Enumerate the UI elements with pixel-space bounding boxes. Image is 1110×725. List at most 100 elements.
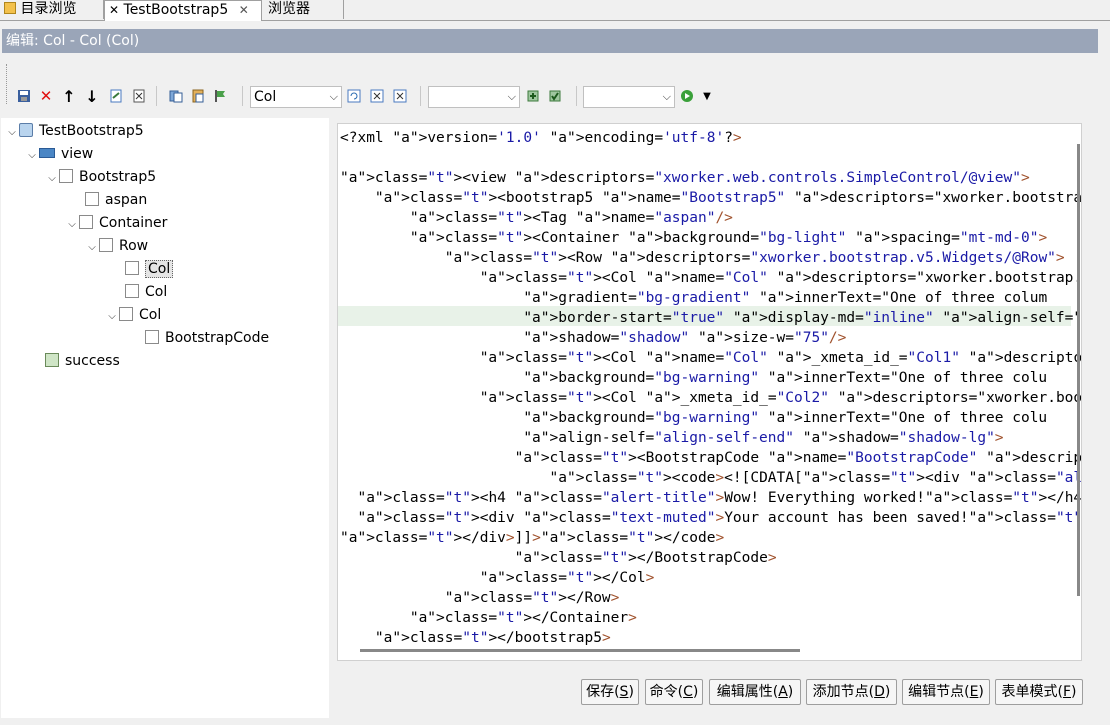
vertical-scrollbar[interactable] bbox=[1077, 144, 1080, 596]
delete-icon[interactable]: ✕ bbox=[38, 87, 54, 105]
edit-attributes-button[interactable]: 编辑属性(A) bbox=[709, 679, 801, 705]
tab-label: 浏览器 bbox=[268, 1, 310, 17]
project-icon bbox=[19, 123, 33, 137]
code-line: "a">class="t"><Col "a">name="Col" "a">de… bbox=[479, 270, 1081, 286]
tree-node-success[interactable]: success bbox=[45, 351, 120, 371]
tab-browser[interactable]: 浏览器 bbox=[264, 0, 344, 19]
tab-label: TestBootstrap5 bbox=[123, 2, 229, 18]
code-line: "a">class="t"></div>]]>"a">class="t"></c… bbox=[340, 530, 725, 546]
code-line: "a">class="t"></Row> bbox=[444, 590, 620, 606]
code-line: "a">class="t"><code><![CDATA["a">class="… bbox=[549, 470, 1082, 486]
toolbar: ✕ ↑ ↓ Col ⌵ ⌵ ⌵ ▼ bbox=[6, 60, 1102, 110]
code-line: "a">align-self="align-self-end" "a">shad… bbox=[523, 430, 1004, 446]
document-icon bbox=[119, 307, 133, 321]
close-tab-icon[interactable]: ✕ bbox=[239, 3, 249, 17]
tree-node-view[interactable]: ⌵ view bbox=[25, 144, 93, 164]
tree-node-col-3[interactable]: ⌵ Col bbox=[105, 305, 161, 325]
code-line: "a">class="t"><Col "a">_xmeta_id_="Col2"… bbox=[479, 390, 1081, 406]
add-node-button[interactable]: 添加节点(D) bbox=[806, 679, 897, 705]
node-add-icon[interactable] bbox=[525, 88, 541, 104]
toolbar-grip[interactable] bbox=[6, 64, 10, 104]
image-icon bbox=[45, 353, 59, 367]
tree-node-aspan[interactable]: aspan bbox=[85, 190, 147, 210]
tree-node-container[interactable]: ⌵ Container bbox=[65, 213, 167, 233]
chevron-down-icon[interactable]: ⌵ bbox=[65, 215, 79, 235]
dropdown-icon[interactable]: ▼ bbox=[699, 88, 715, 104]
code-line: "a">class="t"><Container "a">background=… bbox=[409, 230, 1048, 246]
chevron-down-icon[interactable]: ⌵ bbox=[85, 238, 99, 258]
chevron-down-icon[interactable]: ⌵ bbox=[25, 146, 39, 166]
tree-node-col-2[interactable]: Col bbox=[125, 282, 167, 302]
combo-value: Col bbox=[254, 89, 277, 105]
refresh-icon[interactable] bbox=[346, 88, 362, 104]
document-icon bbox=[99, 238, 113, 252]
close-small-icon[interactable] bbox=[131, 88, 147, 104]
chevron-down-icon[interactable]: ⌵ bbox=[330, 87, 338, 107]
chevron-down-icon[interactable]: ⌵ bbox=[5, 123, 19, 143]
code-line: "a">class="t"><Tag "a">name="aspan"/> bbox=[409, 210, 733, 226]
code-line: "a">class="t"><Row "a">descriptors="xwor… bbox=[444, 250, 1065, 266]
document-icon bbox=[79, 215, 93, 229]
tab-label: 目录浏览 bbox=[20, 1, 77, 17]
second-combo[interactable]: ⌵ bbox=[428, 86, 520, 108]
folder-icon bbox=[4, 2, 16, 14]
toolbar-separator bbox=[576, 86, 577, 106]
editor-title: 编辑: Col - Col (Col) bbox=[6, 33, 140, 49]
export-icon[interactable] bbox=[108, 88, 124, 104]
tree-node-root[interactable]: ⌵ TestBootstrap5 bbox=[5, 121, 144, 141]
run-icon[interactable] bbox=[679, 88, 695, 104]
outline-tree: ⌵ TestBootstrap5 ⌵ view ⌵ Bootstrap5 aspan … bbox=[1, 118, 329, 718]
tab-directory-browse[interactable]: 目录浏览 bbox=[0, 0, 104, 19]
chevron-down-icon[interactable]: ⌵ bbox=[45, 169, 59, 189]
save-icon[interactable] bbox=[16, 88, 32, 104]
code-line: "a">class="t"></Container> bbox=[409, 610, 637, 626]
horizontal-scrollbar[interactable] bbox=[360, 649, 800, 652]
document-icon bbox=[59, 169, 73, 183]
code-line: "a">class="t"></BootstrapCode> bbox=[514, 550, 777, 566]
tree-node-bootstrap5[interactable]: ⌵ Bootstrap5 bbox=[45, 167, 156, 187]
x-box-icon[interactable] bbox=[369, 88, 385, 104]
code-line: "a">shadow="shadow" "a">size-w="75"/> bbox=[523, 330, 847, 346]
toolbar-separator bbox=[420, 86, 421, 106]
document-icon bbox=[145, 330, 159, 344]
save-button[interactable]: 保存(S) bbox=[581, 679, 639, 705]
toolbar-separator bbox=[156, 86, 157, 106]
tree-node-row[interactable]: ⌵ Row bbox=[85, 236, 148, 256]
xml-code-editor[interactable]: <?xml "a">version='1.0' "a">encoding='ut… bbox=[337, 123, 1082, 661]
down-arrow-icon[interactable]: ↓ bbox=[84, 87, 100, 106]
chevron-down-icon[interactable]: ⌵ bbox=[508, 87, 516, 107]
x-box-icon-2[interactable] bbox=[392, 88, 408, 104]
code-line: "a">class="t"><view "a">descriptors="xwo… bbox=[340, 170, 1030, 186]
editor-title-bar: 编辑: Col - Col (Col) bbox=[2, 29, 1098, 53]
code-line: "a">class="t"><BootstrapCode "a">name="B… bbox=[514, 450, 1081, 466]
copy-icon[interactable] bbox=[168, 88, 184, 104]
tab-testbootstrap5[interactable]: ✕ TestBootstrap5 ✕ bbox=[104, 0, 262, 21]
tree-node-col-selected[interactable]: Col bbox=[125, 259, 174, 279]
chevron-down-icon[interactable]: ⌵ bbox=[663, 87, 671, 107]
code-line: "a">border-start="true" "a">display-md="… bbox=[523, 310, 1082, 326]
command-button[interactable]: 命令(C) bbox=[645, 679, 703, 705]
form-mode-button[interactable]: 表单模式(F) bbox=[995, 679, 1083, 705]
document-icon bbox=[125, 284, 139, 298]
edit-node-button[interactable]: 编辑节点(E) bbox=[902, 679, 990, 705]
document-icon bbox=[125, 261, 139, 275]
node-check-icon[interactable] bbox=[547, 88, 563, 104]
editor-tab-bar: 目录浏览 ✕ TestBootstrap5 ✕ 浏览器 bbox=[0, 0, 1110, 21]
code-line: "a">class="t"><bootstrap5 "a">name="Boot… bbox=[374, 190, 1082, 206]
descriptor-combo[interactable]: Col ⌵ bbox=[250, 86, 342, 108]
toolbar-separator bbox=[242, 86, 243, 106]
flag-icon[interactable] bbox=[212, 88, 228, 104]
code-line: "a">class="t"><div "a">class="text-muted… bbox=[357, 510, 1082, 526]
code-line: "a">gradient="bg-gradient" "a">innerText… bbox=[523, 290, 1048, 306]
code-line: <?xml "a">version='1.0' "a">encoding='ut… bbox=[340, 130, 742, 146]
code-line: "a">background="bg-warning" "a">innerTex… bbox=[523, 410, 1048, 426]
third-combo[interactable]: ⌵ bbox=[583, 86, 675, 108]
code-line: "a">class="t"></Col> bbox=[479, 570, 655, 586]
pin-icon: ✕ bbox=[109, 3, 120, 17]
code-line: "a">class="t"><Col "a">name="Col" "a">_x… bbox=[479, 350, 1081, 366]
tree-node-bootstrapcode[interactable]: BootstrapCode bbox=[145, 328, 269, 348]
document-icon bbox=[85, 192, 99, 206]
paste-icon[interactable] bbox=[190, 88, 206, 104]
chevron-down-icon[interactable]: ⌵ bbox=[105, 307, 119, 327]
up-arrow-icon[interactable]: ↑ bbox=[61, 87, 77, 106]
